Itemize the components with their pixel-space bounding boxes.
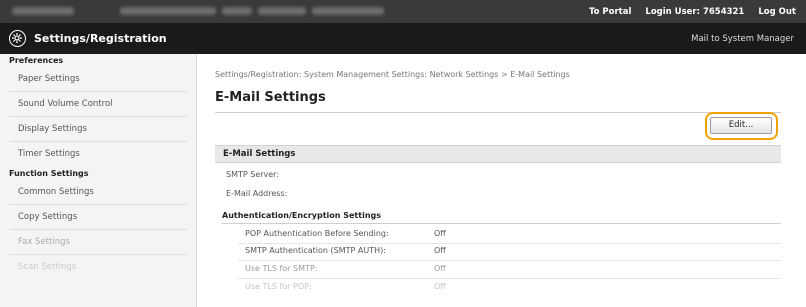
redacted-text (258, 7, 306, 15)
divider (238, 278, 781, 279)
sidebar-item-display-settings[interactable]: Display Settings (9, 117, 187, 142)
sidebar-item-paper-settings[interactable]: Paper Settings (9, 67, 187, 92)
setting-label: POP Authentication Before Sending: (245, 229, 389, 238)
setting-label: Use TLS for SMTP: (245, 264, 318, 273)
setting-value: Off (434, 282, 446, 291)
sidebar-item-scan-settings[interactable]: Scan Settings (9, 255, 187, 280)
page-header-title: Settings/Registration (34, 32, 167, 45)
settings-registration-icon (9, 30, 26, 47)
redacted-text (12, 7, 74, 15)
setting-row-smtp-auth: SMTP Authentication (SMTP AUTH): Off (198, 246, 806, 260)
redacted-text (312, 7, 384, 15)
sidebar-item-sound-volume-control[interactable]: Sound Volume Control (9, 92, 187, 117)
section-header-auth-encryption: Authentication/Encryption Settings (222, 211, 781, 224)
setting-value: Off (434, 229, 446, 238)
edit-button-highlight: Edit... (705, 112, 778, 140)
redacted-text (120, 7, 216, 15)
login-user-label: Login User: 7654321 (645, 6, 745, 17)
top-links: To Portal Login User: 7654321 Log Out (589, 0, 796, 23)
sidebar-item-copy-settings[interactable]: Copy Settings (9, 205, 187, 230)
divider (238, 243, 781, 244)
sidebar-item-timer-settings[interactable]: Timer Settings (9, 142, 187, 167)
edit-button[interactable]: Edit... (710, 117, 772, 134)
to-portal-link[interactable]: To Portal (589, 7, 631, 17)
redacted-text (222, 7, 252, 15)
sidebar-item-fax-settings[interactable]: Fax Settings (9, 230, 187, 255)
top-bar: To Portal Login User: 7654321 Log Out (0, 0, 806, 23)
sidebar-section-preferences: Preferences (9, 56, 64, 65)
page-title: E-Mail Settings (215, 90, 326, 105)
setting-row-tls-pop: Use TLS for POP: Off (198, 282, 806, 296)
setting-label: Use TLS for POP: (245, 282, 312, 291)
sidebar-section-function-settings: Function Settings (9, 169, 89, 178)
page-header: Settings/Registration Mail to System Man… (0, 23, 806, 54)
sidebar: Preferences Paper Settings Sound Volume … (0, 54, 197, 307)
setting-label: SMTP Authentication (SMTP AUTH): (245, 246, 386, 255)
divider (238, 260, 781, 261)
main-content: Settings/Registration: System Management… (198, 54, 806, 307)
mail-to-manager-link[interactable]: Mail to System Manager (691, 34, 794, 44)
setting-row-pop-auth: POP Authentication Before Sending: Off (198, 229, 806, 243)
setting-value: Off (434, 264, 446, 273)
sidebar-item-common-settings[interactable]: Common Settings (9, 180, 187, 205)
section-header-email-settings: E-Mail Settings (215, 145, 781, 163)
divider (215, 112, 781, 113)
setting-row-tls-smtp: Use TLS for SMTP: Off (198, 264, 806, 278)
breadcrumb: Settings/Registration: System Management… (215, 70, 570, 79)
smtp-server-label: SMTP Server: (226, 170, 280, 179)
setting-value: Off (434, 246, 446, 255)
email-address-label: E-Mail Address: (226, 189, 288, 198)
logout-link[interactable]: Log Out (758, 7, 796, 17)
